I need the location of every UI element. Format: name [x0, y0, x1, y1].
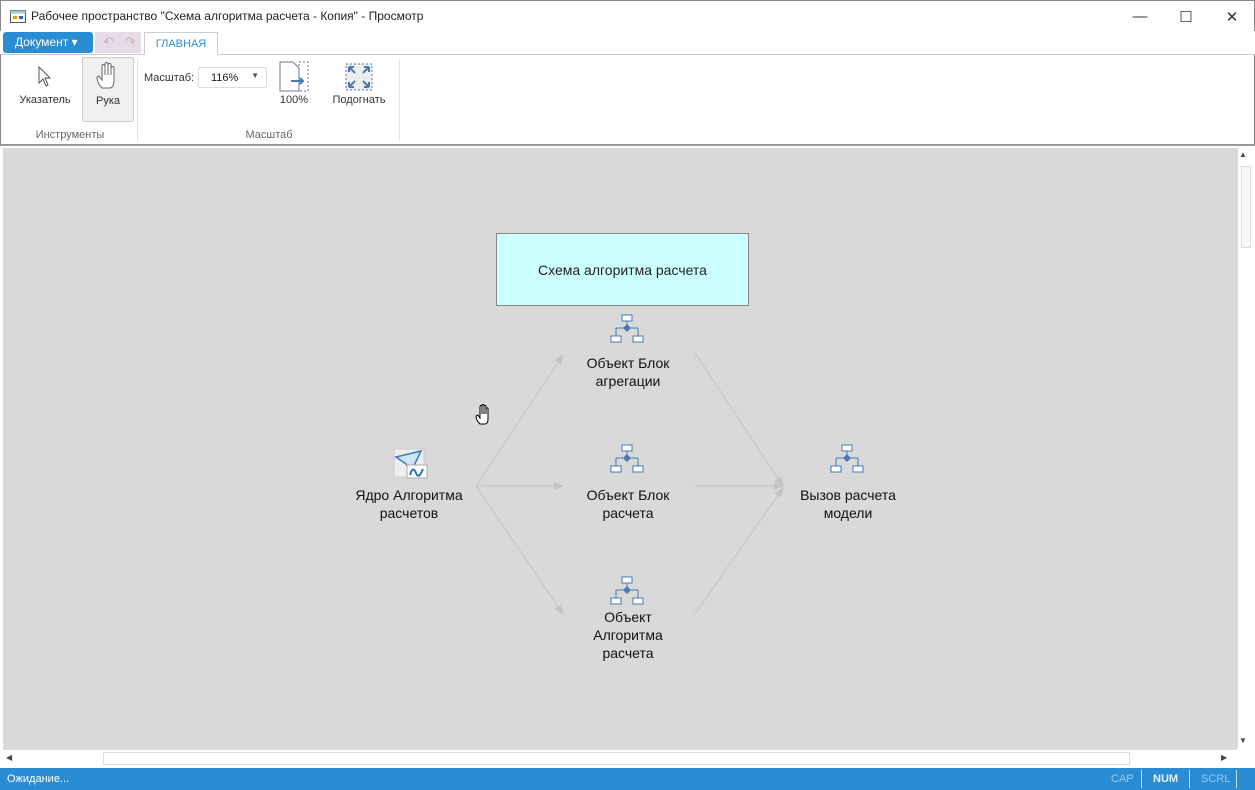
divider	[1189, 770, 1190, 788]
node-core[interactable]: Ядро Алгоритма расчетов	[329, 486, 489, 522]
node-algorithm-object[interactable]: Объект Алгоритма расчета	[548, 608, 708, 662]
scale-select[interactable]: 116% ▼	[198, 67, 267, 88]
arrow-agg-call	[694, 352, 784, 487]
node-agg-line: Объект Блок	[586, 355, 670, 371]
node-call-line: Вызов расчета	[800, 487, 896, 503]
scroll-lock-indicator: SCRL	[1201, 773, 1231, 785]
block-hierarchy-icon	[610, 444, 644, 473]
scroll-down-icon[interactable]: ▼	[1239, 736, 1247, 745]
hand-cursor-icon	[475, 404, 489, 425]
node-algo-line: Объект	[604, 609, 652, 625]
node-core-line: Ядро Алгоритма	[355, 487, 463, 503]
hand-icon	[96, 62, 115, 89]
diagram-title-box[interactable]: Схема алгоритма расчета	[496, 233, 749, 306]
document-menu-button[interactable]: Документ ▾	[3, 32, 93, 53]
block-hierarchy-icon	[830, 444, 864, 473]
undo-redo-group: ↶ ↷	[95, 32, 141, 53]
horizontal-scroll-thumb[interactable]	[103, 752, 1130, 765]
status-text: Ожидание...	[7, 773, 70, 785]
scale-group-label: Масштаб	[245, 129, 293, 141]
zoom-100-label: 100%	[279, 94, 309, 106]
node-aggregation-block[interactable]: Объект Блок агрегации	[548, 354, 708, 390]
scale-value: 116%	[211, 72, 239, 84]
scale-label: Масштаб:	[144, 72, 195, 84]
scroll-up-icon[interactable]: ▲	[1239, 150, 1247, 159]
algorithm-core-icon	[393, 448, 428, 479]
pointer-tool-button[interactable]: Указатель	[13, 61, 77, 121]
fit-icon	[345, 63, 373, 91]
hand-label: Рука	[95, 95, 120, 107]
tab-main[interactable]: ГЛАВНАЯ	[144, 32, 218, 55]
vertical-scrollbar[interactable]: ▲ ▼	[1237, 148, 1253, 749]
node-calculation-block[interactable]: Объект Блок расчета	[548, 486, 708, 522]
ribbon: Указатель Рука Инструменты Масштаб: 116%…	[0, 54, 1255, 146]
close-button[interactable]: ✕	[1209, 1, 1255, 32]
hand-tool-button[interactable]: Рука	[82, 57, 134, 122]
node-calc-line: Объект Блок	[586, 487, 670, 503]
zoom-100-button[interactable]: 100%	[275, 61, 313, 113]
chevron-down-icon: ▼	[251, 71, 259, 80]
redo-button[interactable]: ↷	[125, 34, 136, 49]
window-title: Рабочее пространство "Схема алгоритма ра…	[31, 9, 424, 23]
app-icon	[10, 10, 26, 23]
node-core-line: расчетов	[379, 505, 439, 521]
scroll-right-icon[interactable]: ▶	[1221, 753, 1227, 762]
horizontal-scrollbar[interactable]: ◀ ▶	[3, 749, 1237, 767]
vertical-scroll-thumb[interactable]	[1241, 166, 1251, 248]
maximize-button[interactable]: ☐	[1163, 1, 1209, 32]
block-hierarchy-icon	[610, 314, 644, 343]
minimize-button[interactable]: —	[1117, 1, 1163, 32]
node-call-line: модели	[823, 505, 873, 521]
node-agg-line: агрегации	[595, 373, 661, 389]
divider	[1236, 770, 1237, 788]
status-bar: Ожидание... CAP NUM SCRL	[0, 768, 1255, 790]
fit-button[interactable]: Подогнать	[327, 61, 391, 113]
scroll-left-icon[interactable]: ◀	[6, 753, 12, 762]
node-model-call[interactable]: Вызов расчета модели	[768, 486, 928, 522]
pointer-label: Указатель	[19, 94, 71, 106]
pointer-icon	[38, 65, 52, 87]
undo-button[interactable]: ↶	[103, 34, 114, 49]
title-bar: Рабочее пространство "Схема алгоритма ра…	[0, 0, 1255, 31]
diagram-canvas[interactable]: Схема алгоритма расчета Ядро Алгоритма ра…	[3, 148, 1237, 749]
node-calc-line: расчета	[602, 505, 654, 521]
num-lock-indicator: NUM	[1153, 773, 1179, 785]
node-algo-line: Алгоритма	[593, 627, 663, 643]
node-algo-line: расчета	[602, 645, 654, 661]
divider	[1141, 770, 1142, 788]
divider	[399, 59, 400, 141]
block-hierarchy-icon	[610, 576, 644, 605]
zoom-100-icon	[279, 61, 309, 92]
fit-label: Подогнать	[332, 94, 386, 106]
caps-lock-indicator: CAP	[1111, 773, 1134, 785]
tools-group-label: Инструменты	[35, 129, 105, 141]
